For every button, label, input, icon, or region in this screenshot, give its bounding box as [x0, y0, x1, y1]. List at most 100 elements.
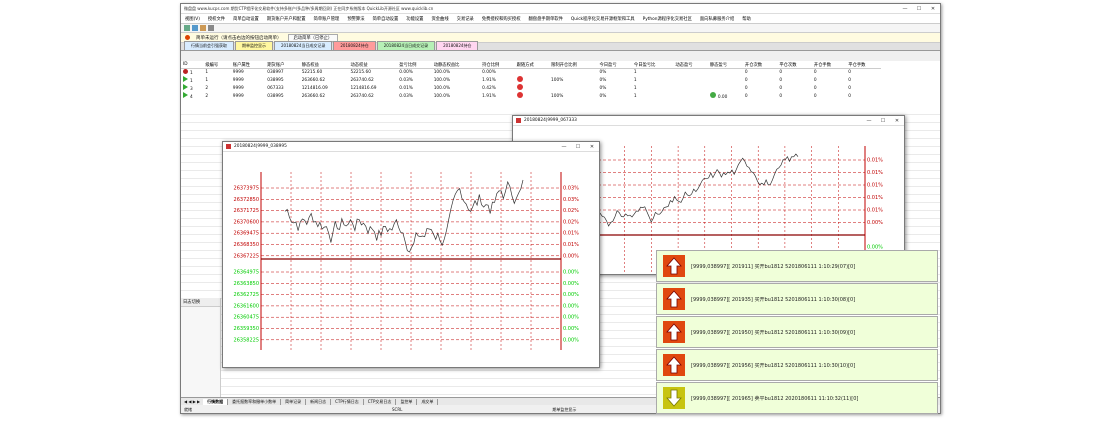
y2-tick-label: 0.03% [563, 197, 579, 203]
column-header[interactable]: 开仓次数 [742, 61, 778, 69]
table-cell: 0 [744, 70, 748, 75]
bottom-tab[interactable]: 监控单 [396, 398, 418, 405]
follow-mode-icon[interactable] [516, 76, 523, 82]
minimize-icon[interactable]: — [862, 118, 876, 124]
table-cell: 1 [205, 77, 209, 83]
notification-item[interactable]: [9999,038997][ 201911] 买开bu1812 52018061… [656, 250, 938, 282]
tab-trade-log-1[interactable]: 20180824当日成交记录 [274, 41, 333, 50]
table-cell: 1.91% [482, 93, 496, 99]
notification-item[interactable]: [9999,038997][ 201935] 买开bu1812 52018061… [656, 283, 938, 315]
column-header[interactable]: 账户属性 [230, 61, 266, 69]
menu-item[interactable]: 视图(V) [181, 16, 204, 22]
column-header[interactable]: 动态盈亏 [673, 61, 708, 69]
y-tick-label: 26359350 [234, 326, 259, 332]
scroll-left-icon[interactable]: ◀ ◀ ▶ ▶ [184, 399, 200, 404]
column-header[interactable]: 平仓手数 [846, 61, 881, 69]
chart-window-038995[interactable]: 20180824|9999_038995 — ☐ ✕ 26373975 0.03%… [222, 141, 600, 368]
open-icon[interactable] [192, 25, 198, 31]
column-header[interactable]: 开仓手数 [811, 61, 847, 69]
table-cell: 263660.62 [301, 77, 325, 83]
bottom-tab[interactable]: 新闻日志 [306, 398, 332, 405]
menu-item[interactable]: 预警算法 [343, 16, 368, 22]
table-row[interactable]: 4 2 9999 038995 263660.62 263740.62 0.03% 100.0… [181, 92, 881, 100]
column-header[interactable]: 跟随方式 [514, 61, 550, 69]
y-tick-label: 26367225 [234, 253, 259, 259]
column-header[interactable]: 限制开仓比例 [549, 61, 598, 69]
column-header[interactable]: 动态权益 [348, 61, 398, 69]
menu-item[interactable]: Quick程序化交易开源框架和工具 [567, 16, 639, 22]
maximize-icon[interactable]: ☐ [912, 6, 926, 12]
menu-item[interactable]: 期货账户开户和配置 [263, 16, 310, 22]
close-icon[interactable]: ✕ [585, 144, 599, 150]
column-header[interactable]: 今日盈亏比 [631, 61, 674, 69]
bottom-tab[interactable]: 简单记录 [281, 398, 307, 405]
menu-item[interactable]: 简单自动设置 [369, 16, 403, 22]
menu-item[interactable]: 简单自动设置 [229, 16, 263, 22]
column-header[interactable]: 盈亏比例 [397, 61, 432, 69]
bottom-tab[interactable]: 委托报数率和撤单小数单 [228, 398, 282, 405]
chart-window-titlebar[interactable]: 20180824|9999_038995 — ☐ ✕ [223, 142, 599, 152]
notification-item[interactable]: [9999,038997][ 201956] 买开bu1812 52018061… [656, 349, 938, 381]
refresh-icon[interactable] [208, 25, 214, 31]
table-cell: 0.00% [482, 70, 496, 75]
follow-mode-icon[interactable] [516, 92, 523, 98]
stop-icon[interactable] [183, 69, 188, 74]
y-tick-label: 26364975 [234, 270, 259, 276]
minimize-icon[interactable]: — [557, 144, 571, 150]
tab-trade-log-2[interactable]: 20180824当日成交记录 [376, 41, 436, 50]
bottom-tab[interactable]: 行情数据 [203, 398, 229, 405]
table-cell: 0% [599, 93, 607, 99]
column-header[interactable]: 级编号 [203, 61, 231, 69]
notification-item[interactable]: [9999,038997][ 201965] 卖平bu1812 20201806… [656, 382, 938, 414]
column-header[interactable]: 期货账户 [265, 61, 300, 69]
column-header[interactable]: 静态权益 [299, 61, 349, 69]
bottom-tab[interactable]: 成交单 [417, 398, 439, 405]
y-tick-label: 26363850 [234, 281, 259, 287]
play-icon[interactable] [183, 76, 188, 82]
column-header[interactable]: 平仓次数 [777, 61, 812, 69]
tab-market[interactable]: 行情当前会引强获取 [184, 41, 234, 50]
new-icon[interactable] [184, 25, 190, 31]
top-tabs: 行情当前会引强获取 期单监控显示 20180824当日成交记录 20180824… [181, 41, 940, 51]
follow-mode-icon[interactable] [516, 84, 523, 90]
notification-item[interactable]: [9999,038997][ 201950] 买开bu1812 52018061… [656, 316, 938, 348]
menu-item[interactable]: 免费授权和购买授权 [478, 16, 525, 22]
menu-item[interactable]: 资金曲线 [427, 16, 452, 22]
bottom-tab[interactable]: CTP交易日志 [364, 398, 397, 405]
play-icon[interactable] [183, 92, 188, 98]
column-header[interactable]: 持仓比例 [480, 61, 515, 69]
column-header[interactable]: 动静态权益比 [431, 61, 481, 69]
title-bar[interactable]: 微盘盘 www.kucps.com 期货CTP程序化交易软件(支持多账户/多品种… [181, 4, 940, 14]
table-row[interactable]: 1 1 9999 038997 52215.60 52215.60 0.00% 100.0% 0… [181, 69, 881, 76]
tab-position-1[interactable]: 20180824持仓 [333, 41, 376, 50]
menu-item[interactable]: 功能设置 [402, 16, 427, 22]
menu-item[interactable]: 简单账户管理 [310, 16, 344, 22]
menu-item[interactable]: Python源程序化交易社区 [639, 16, 696, 22]
bottom-tab[interactable]: CTP行情日志 [331, 398, 364, 405]
close-icon[interactable]: ✕ [890, 118, 904, 124]
y2-tick-label: 0.01% [867, 195, 883, 201]
menu-item[interactable]: 交易记录 [453, 16, 478, 22]
y-tick-label: 26358225 [234, 337, 259, 343]
table-cell: 4 [181, 92, 203, 100]
menu-item[interactable]: 翻盘盘手期单软件 [525, 16, 567, 22]
column-header[interactable]: 静态盈亏 [707, 61, 743, 69]
save-icon[interactable] [200, 25, 206, 31]
minimize-icon[interactable]: — [898, 6, 912, 12]
tab-monitor[interactable]: 期单监控显示 [235, 41, 273, 50]
play-icon[interactable] [183, 84, 188, 90]
menu-item[interactable]: 帮助 [738, 16, 755, 22]
maximize-icon[interactable]: ☐ [571, 144, 585, 150]
column-header[interactable]: 今日盈亏 [597, 61, 632, 69]
window-controls: — ☐ ✕ [898, 6, 940, 12]
tab-position-2[interactable]: 20180824持仓 [436, 41, 479, 50]
chart-window-titlebar[interactable]: 20180824|9999_067333 — ☐ ✕ [513, 116, 904, 126]
maximize-icon[interactable]: ☐ [876, 118, 890, 124]
close-icon[interactable]: ✕ [926, 6, 940, 12]
menu-item[interactable]: 授权文件 [204, 16, 229, 22]
menu-item[interactable]: 面向私募服务介绍 [696, 16, 738, 22]
table-row[interactable]: 1 1 9999 038995 263660.62 263740.62 0.03% 100.0… [181, 76, 881, 84]
column-header[interactable]: ID [181, 61, 204, 69]
price-line [597, 153, 799, 227]
table-row[interactable]: 3 2 9999 067333 1214816.09 1214816.69 0.01% 100… [181, 84, 881, 92]
